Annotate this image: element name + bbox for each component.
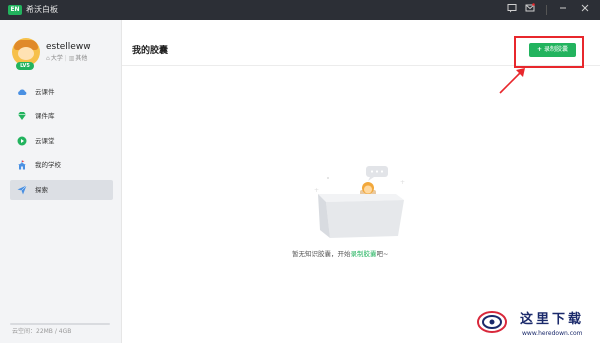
cloud-icon [18, 89, 27, 95]
sidebar-item-my-school[interactable]: 我的学校 [10, 155, 113, 175]
sidebar-item-courseware-library[interactable]: 课件库 [10, 106, 113, 126]
empty-state-prefix: 暂无知识胶囊，开始 [292, 250, 351, 258]
username[interactable]: estelleww [46, 41, 91, 53]
record-capsule-link[interactable]: 录制胶囊 [351, 250, 377, 258]
storage-progress-bar [10, 323, 110, 325]
sidebar-nav: 云课件 课件库 云课堂 我的学校 探索 [10, 82, 113, 204]
user-meta: ⌂大学 | ▥其他 [46, 55, 88, 62]
user-stage: 大学 [50, 55, 63, 62]
title-bar: EN 希沃白板 [0, 0, 600, 20]
sidebar: LV5 estelleww ▾ ⌂大学 | ▥其他 云课件 课件库 云课堂 我的… [0, 20, 122, 343]
svg-text:+: + [314, 187, 319, 194]
svg-text:+: + [400, 179, 405, 186]
paper-plane-icon [17, 184, 27, 195]
chevron-down-icon[interactable]: ▾ [86, 41, 89, 51]
avatar-face [18, 47, 34, 60]
sidebar-item-label: 探索 [35, 185, 48, 194]
page-title: 我的胶囊 [132, 46, 169, 56]
minimize-icon[interactable] [556, 3, 570, 17]
sidebar-item-cloud-classroom[interactable]: 云课堂 [10, 131, 113, 151]
app-logo: EN [8, 5, 22, 15]
empty-state-suffix: 吧~ [376, 250, 389, 258]
book-icon: ▥ [68, 55, 75, 62]
watermark-url: www.heredown.com [522, 330, 583, 337]
diamond-icon [18, 112, 26, 121]
watermark-text: 这里下载 [520, 312, 585, 327]
annotation-arrow-icon [499, 68, 525, 94]
message-icon[interactable] [523, 3, 537, 17]
graduation-cap-icon: ⌂ [46, 55, 50, 62]
close-icon[interactable] [578, 3, 592, 17]
storage-label: 云空间：22MB / 4GB [12, 328, 72, 335]
sidebar-item-cloud-courseware[interactable]: 云课件 [10, 82, 113, 102]
school-icon [18, 160, 26, 170]
level-badge: LV5 [16, 62, 34, 70]
user-subject: 其他 [75, 55, 88, 62]
sidebar-item-label: 课件库 [35, 112, 55, 121]
sidebar-item-label: 我的学校 [35, 161, 61, 170]
sidebar-item-label: 云课件 [35, 88, 55, 96]
titlebar-separator [546, 5, 547, 15]
empty-box-illustration: + + + [314, 166, 405, 238]
sidebar-item-explore[interactable]: 探索 [10, 179, 113, 200]
sidebar-item-label: 云课堂 [35, 136, 55, 145]
app-title: 希沃白板 [26, 5, 58, 14]
feedback-icon[interactable] [505, 3, 519, 17]
empty-state-text: 暂无知识胶囊，开始录制胶囊吧~ [292, 249, 388, 259]
play-circle-icon [17, 136, 27, 146]
